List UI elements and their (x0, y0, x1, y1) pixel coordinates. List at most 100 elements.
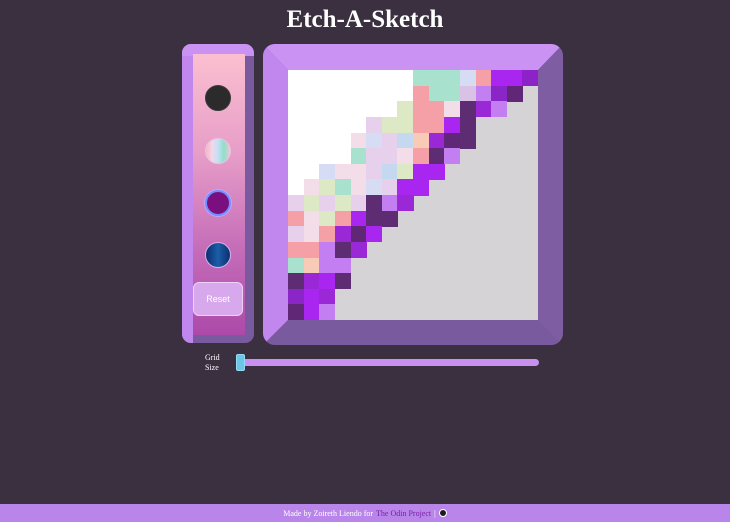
grid-cell[interactable] (381, 179, 398, 196)
grid-cell[interactable] (288, 195, 305, 212)
grid-cell[interactable] (319, 163, 336, 180)
grid-cell[interactable] (522, 70, 538, 87)
grid-cell[interactable] (334, 132, 351, 149)
grid-cell[interactable] (303, 241, 320, 258)
grid-cell[interactable] (303, 101, 320, 118)
grid-cell[interactable] (413, 116, 430, 133)
grid-cell[interactable] (303, 257, 320, 274)
grid-cell[interactable] (288, 241, 305, 258)
grid-size-slider-thumb[interactable] (236, 354, 245, 371)
grid-cell[interactable] (303, 288, 320, 305)
grid-cell[interactable] (459, 116, 476, 133)
grid-cell[interactable] (397, 132, 414, 149)
grid-cell[interactable] (303, 273, 320, 290)
grid-cell[interactable] (350, 132, 367, 149)
grid-cell[interactable] (288, 257, 305, 274)
grid-cell[interactable] (350, 101, 367, 118)
grid-cell[interactable] (334, 257, 351, 274)
grid-cell[interactable] (444, 101, 461, 118)
grid-cell[interactable] (506, 70, 523, 87)
grid-cell[interactable] (350, 163, 367, 180)
grid-cell[interactable] (303, 163, 320, 180)
sketch-grid[interactable] (288, 70, 538, 320)
grid-cell[interactable] (413, 85, 430, 102)
grid-cell[interactable] (413, 148, 430, 165)
grid-cell[interactable] (366, 116, 383, 133)
grid-cell[interactable] (319, 257, 336, 274)
grid-cell[interactable] (459, 85, 476, 102)
grid-cell[interactable] (303, 226, 320, 243)
grid-cell[interactable] (334, 195, 351, 212)
color-swatch-purple[interactable] (205, 190, 231, 216)
grid-cell[interactable] (288, 273, 305, 290)
grid-cell[interactable] (288, 116, 305, 133)
grid-cell[interactable] (491, 101, 508, 118)
grid-cell[interactable] (350, 70, 367, 87)
grid-cell[interactable] (303, 195, 320, 212)
grid-cell[interactable] (319, 226, 336, 243)
grid-cell[interactable] (428, 70, 445, 87)
grid-cell[interactable] (381, 163, 398, 180)
grid-cell[interactable] (319, 70, 336, 87)
grid-cell[interactable] (459, 101, 476, 118)
grid-cell[interactable] (350, 85, 367, 102)
grid-cell[interactable] (319, 85, 336, 102)
grid-cell[interactable] (334, 85, 351, 102)
grid-cell[interactable] (475, 101, 492, 118)
grid-cell[interactable] (334, 116, 351, 133)
grid-cell[interactable] (303, 70, 320, 87)
grid-cell[interactable] (303, 148, 320, 165)
grid-cell[interactable] (303, 210, 320, 227)
grid-cell[interactable] (319, 273, 336, 290)
grid-cell[interactable] (350, 195, 367, 212)
grid-cell[interactable] (428, 163, 445, 180)
grid-cell[interactable] (334, 210, 351, 227)
grid-cell[interactable] (319, 116, 336, 133)
grid-cell[interactable] (366, 70, 383, 87)
grid-cell[interactable] (319, 288, 336, 305)
grid-cell[interactable] (319, 148, 336, 165)
grid-cell[interactable] (288, 85, 305, 102)
grid-cell[interactable] (350, 226, 367, 243)
reset-button[interactable]: Reset (193, 282, 243, 316)
grid-cell[interactable] (334, 226, 351, 243)
grid-cell[interactable] (288, 148, 305, 165)
grid-cell[interactable] (366, 179, 383, 196)
grid-cell[interactable] (413, 70, 430, 87)
grid-cell[interactable] (303, 132, 320, 149)
grid-cell[interactable] (397, 85, 414, 102)
grid-cell[interactable] (366, 195, 383, 212)
grid-cell[interactable] (334, 101, 351, 118)
grid-cell[interactable] (303, 85, 320, 102)
grid-cell[interactable] (428, 85, 445, 102)
grid-cell[interactable] (397, 195, 414, 212)
grid-cell[interactable] (381, 101, 398, 118)
grid-cell[interactable] (288, 210, 305, 227)
grid-cell[interactable] (381, 70, 398, 87)
grid-cell[interactable] (381, 85, 398, 102)
grid-cell[interactable] (350, 241, 367, 258)
grid-cell[interactable] (319, 132, 336, 149)
grid-cell[interactable] (366, 210, 383, 227)
grid-cell[interactable] (288, 101, 305, 118)
grid-cell[interactable] (444, 132, 461, 149)
grid-cell[interactable] (397, 148, 414, 165)
grid-cell[interactable] (475, 85, 492, 102)
grid-cell[interactable] (366, 163, 383, 180)
grid-cell[interactable] (444, 116, 461, 133)
grid-cell[interactable] (381, 116, 398, 133)
grid-size-slider-track[interactable] (239, 359, 539, 366)
grid-cell[interactable] (366, 148, 383, 165)
grid-cell[interactable] (319, 304, 336, 320)
grid-cell[interactable] (319, 195, 336, 212)
grid-cell[interactable] (444, 85, 461, 102)
grid-cell[interactable] (459, 70, 476, 87)
grid-cell[interactable] (288, 304, 305, 320)
grid-cell[interactable] (319, 179, 336, 196)
github-icon[interactable] (438, 509, 447, 517)
grid-cell[interactable] (397, 179, 414, 196)
grid-cell[interactable] (506, 85, 523, 102)
grid-cell[interactable] (319, 101, 336, 118)
grid-cell[interactable] (444, 70, 461, 87)
grid-cell[interactable] (350, 210, 367, 227)
